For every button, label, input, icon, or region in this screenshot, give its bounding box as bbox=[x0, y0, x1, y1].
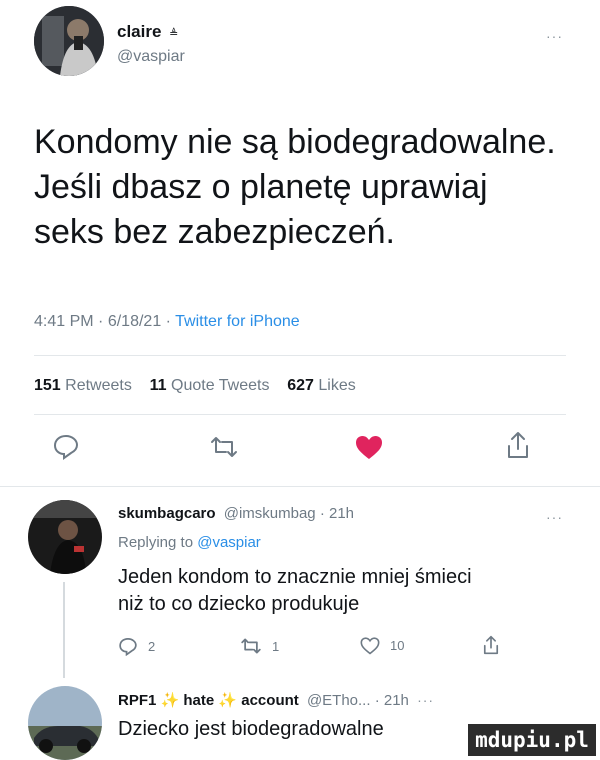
more-options-icon[interactable]: ··· bbox=[417, 692, 434, 708]
reply-author-name[interactable]: RPF1 ✨ hate ✨ account bbox=[118, 692, 303, 709]
quotes-stat[interactable]: 11 Quote Tweets bbox=[150, 377, 270, 394]
display-name-row: claire ≜ bbox=[117, 22, 178, 42]
reply-header: skumbagcaro @imskumbag · 21h bbox=[118, 505, 355, 522]
more-options-icon[interactable]: ··· bbox=[546, 509, 563, 525]
reply-icon bbox=[119, 637, 137, 656]
tweet-text: Kondomy nie są biodegradowalne. Jeśli db… bbox=[34, 120, 556, 255]
share-icon[interactable] bbox=[505, 430, 531, 465]
like-icon bbox=[360, 637, 380, 655]
tweet-date[interactable]: 6/18/21 bbox=[108, 313, 161, 330]
reply-header: RPF1 ✨ hate ✨ account @ETho... · 21h ··· bbox=[118, 692, 435, 709]
likes-stat[interactable]: 627 Likes bbox=[287, 377, 356, 394]
like-icon[interactable] bbox=[354, 433, 384, 466]
retweet-count: 1 bbox=[272, 638, 280, 654]
reply-icon[interactable] bbox=[52, 432, 80, 465]
reply-text: Dziecko jest biodegradowalne bbox=[118, 718, 384, 740]
display-name[interactable]: claire bbox=[117, 22, 161, 41]
tweet-text-line: Kondomy nie są biodegradowalne. bbox=[34, 123, 556, 161]
sparkles-icon: ✨ bbox=[218, 692, 238, 709]
reply-time[interactable]: 21h bbox=[329, 505, 354, 522]
badge-icon: ≜ bbox=[169, 28, 179, 40]
reply-author-name[interactable]: skumbagcaro bbox=[118, 505, 216, 522]
reply-time[interactable]: 21h bbox=[384, 692, 409, 709]
tweet-stats: 151 Retweets 11 Quote Tweets 627 Likes bbox=[34, 377, 356, 395]
avatar[interactable] bbox=[28, 500, 102, 574]
tweet-meta: 4:41 PM · 6/18/21 · Twitter for iPhone bbox=[34, 313, 300, 330]
like-action[interactable]: 10 bbox=[360, 636, 404, 655]
share-icon[interactable] bbox=[482, 634, 500, 661]
retweets-stat[interactable]: 151 Retweets bbox=[34, 377, 132, 394]
replying-to: Replying to @vaspiar bbox=[118, 534, 261, 551]
more-options-icon[interactable]: ··· bbox=[546, 28, 563, 44]
watermark-logo: mdupiu.pl bbox=[468, 724, 596, 756]
tweet-text-line: seks bez zabezpieczeń. bbox=[34, 213, 395, 251]
reply-author-handle[interactable]: @ETho... bbox=[307, 692, 371, 709]
handle[interactable]: @vaspiar bbox=[117, 48, 185, 66]
retweet-icon[interactable] bbox=[209, 434, 239, 465]
reply-count: 2 bbox=[148, 638, 156, 654]
reply-text: Jeden kondom to znacznie mniej śmieci ni… bbox=[118, 566, 472, 615]
sparkles-icon: ✨ bbox=[160, 692, 180, 709]
avatar[interactable] bbox=[28, 686, 102, 760]
reply-author-handle[interactable]: @imskumbag bbox=[224, 505, 316, 522]
retweet-icon bbox=[241, 638, 261, 654]
replying-to-handle[interactable]: @vaspiar bbox=[197, 534, 261, 551]
reply-action[interactable]: 2 bbox=[118, 636, 155, 656]
tweet-time[interactable]: 4:41 PM bbox=[34, 313, 94, 330]
tweet-source[interactable]: Twitter for iPhone bbox=[175, 313, 300, 330]
avatar[interactable] bbox=[34, 6, 104, 76]
like-count: 10 bbox=[390, 638, 405, 653]
tweet-text-line: Jeśli dbasz o planetę uprawiaj bbox=[34, 168, 488, 206]
retweet-action[interactable]: 1 bbox=[240, 636, 279, 656]
thread-line bbox=[63, 582, 65, 678]
